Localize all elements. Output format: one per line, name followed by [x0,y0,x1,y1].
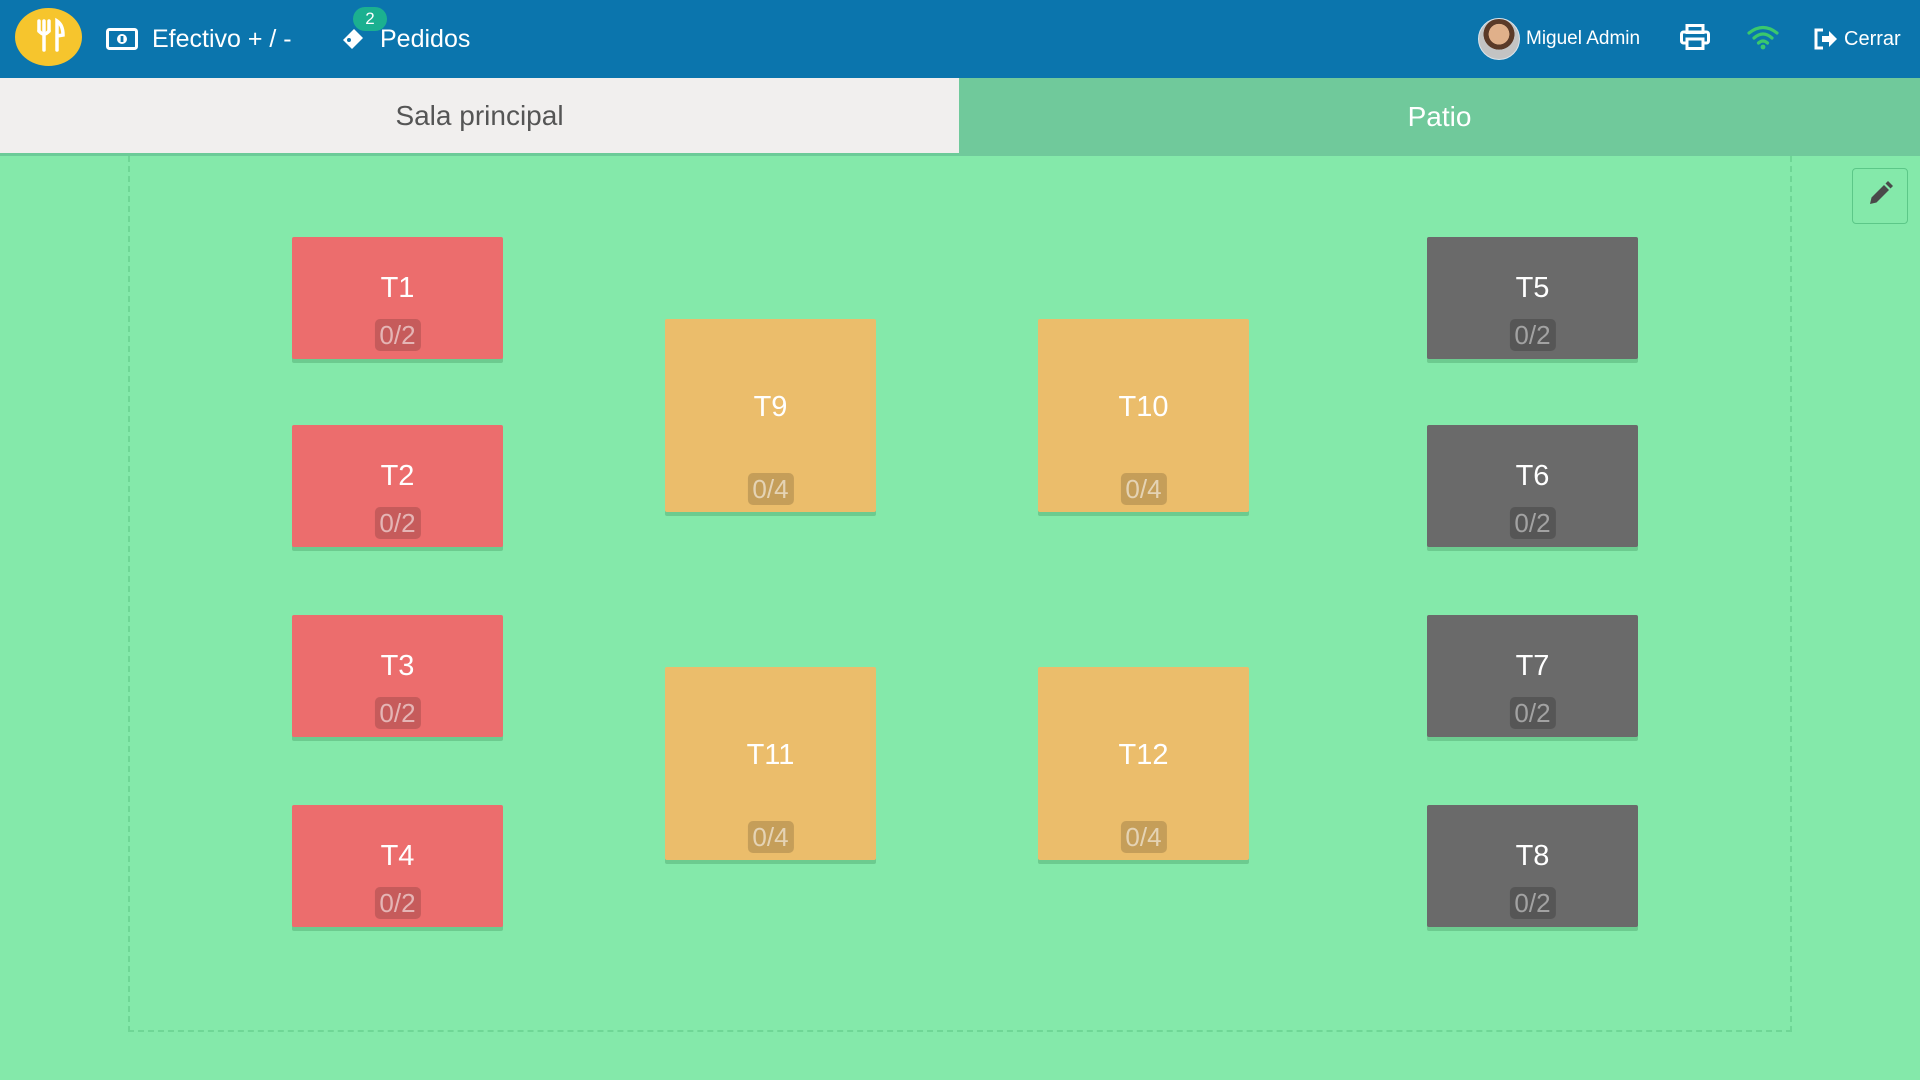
table-t5[interactable]: T5 0/2 [1427,237,1638,359]
money-icon [106,28,138,50]
tab-label: Sala principal [395,99,564,131]
ticket-icon: 2 [340,7,387,52]
table-t2[interactable]: T2 0/2 [292,425,503,547]
print-button[interactable] [1680,0,1710,78]
table-seats: 0/2 [374,319,421,351]
table-t4[interactable]: T4 0/2 [292,805,503,927]
table-seats: 0/2 [374,887,421,919]
table-t6[interactable]: T6 0/2 [1427,425,1638,547]
edit-layout-button[interactable] [1852,168,1908,224]
table-name: T5 [1515,272,1550,304]
logout-button[interactable]: Cerrar [1813,0,1901,78]
table-t7[interactable]: T7 0/2 [1427,615,1638,737]
table-t9[interactable]: T9 0/4 [665,319,876,512]
app-logo[interactable] [15,8,82,66]
orders-badge: 2 [353,7,387,31]
table-seats: 0/4 [1120,821,1167,853]
table-seats: 0/2 [374,507,421,539]
table-t8[interactable]: T8 0/2 [1427,805,1638,927]
table-name: T12 [1118,739,1169,771]
top-bar: Efectivo + / - 2 Pedidos Miguel Admin Ce… [0,0,1920,78]
table-seats: 0/2 [1509,507,1556,539]
table-seats: 0/2 [374,697,421,729]
wifi-icon [1746,24,1780,55]
table-t1[interactable]: T1 0/2 [292,237,503,359]
table-name: T11 [746,739,795,771]
connection-status [1746,0,1780,78]
logout-label: Cerrar [1844,27,1901,50]
printer-icon [1680,23,1710,55]
table-name: T3 [380,650,415,682]
table-seats: 0/4 [747,821,794,853]
cash-button[interactable]: Efectivo + / - [106,0,292,78]
tab-sala-principal[interactable]: Sala principal [0,78,959,156]
avatar [1478,18,1520,60]
room-tabs: Sala principal Patio [0,78,1920,156]
table-t12[interactable]: T12 0/4 [1038,667,1249,860]
table-seats: 0/2 [1509,887,1556,919]
table-t10[interactable]: T10 0/4 [1038,319,1249,512]
fork-knife-icon [29,15,69,60]
table-name: T4 [380,840,415,872]
table-name: T7 [1515,650,1550,682]
table-t11[interactable]: T11 0/4 [665,667,876,860]
pencil-icon [1866,180,1894,213]
table-seats: 0/2 [1509,319,1556,351]
table-t3[interactable]: T3 0/2 [292,615,503,737]
user-name: Miguel Admin [1526,28,1641,49]
table-name: T1 [380,272,415,304]
sign-out-icon [1813,27,1839,51]
cash-label: Efectivo + / - [152,24,292,53]
table-name: T9 [753,391,788,423]
table-seats: 0/4 [747,473,794,505]
table-name: T8 [1515,840,1550,872]
orders-button[interactable]: 2 Pedidos [340,0,470,78]
table-seats: 0/2 [1509,697,1556,729]
orders-label: Pedidos [380,24,471,53]
table-name: T10 [1118,391,1169,423]
table-name: T6 [1515,460,1550,492]
user-menu[interactable]: Miguel Admin [1478,0,1640,78]
tab-patio[interactable]: Patio [959,78,1920,156]
table-seats: 0/4 [1120,473,1167,505]
tab-label: Patio [1407,101,1472,132]
table-name: T2 [380,460,415,492]
